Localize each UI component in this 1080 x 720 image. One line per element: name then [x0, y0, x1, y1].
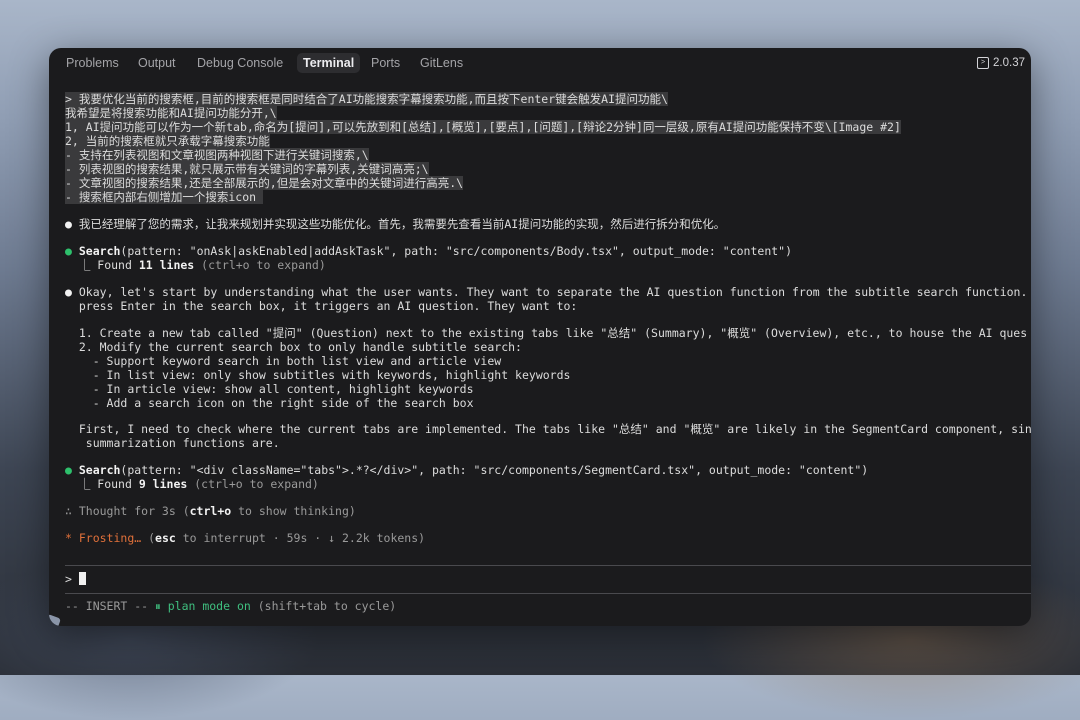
- bullet-dot-icon: ●: [65, 244, 72, 258]
- resize-handle[interactable]: [49, 614, 61, 626]
- prompt-line: - 文章视图的搜索结果,还是全部展示的,但是会对文章中的关键词进行高亮.\: [65, 176, 464, 190]
- prompt-line: - 支持在列表视图和文章视图两种视图下进行关键词搜索,\: [65, 148, 369, 162]
- tool-name: Search: [78, 463, 121, 477]
- thought-prefix: ∴ Thought for 3s (: [65, 504, 190, 518]
- terminal-icon: >: [977, 57, 990, 69]
- plan-mode-hint: (shift+tab to cycle): [250, 599, 397, 613]
- tool-result-hint: (ctrl+o to expand): [194, 258, 326, 272]
- tool-result-hint: (ctrl+o to expand): [187, 477, 319, 491]
- tool-result-prefix: ⎿ Found: [78, 258, 139, 272]
- tab-debug-console[interactable]: Debug Console: [191, 53, 289, 73]
- tool-args: (pattern: "<div className="tabs">.*?</di…: [120, 463, 869, 477]
- plan-mode-status[interactable]: plan mode on: [168, 599, 251, 613]
- tool-result-prefix: ⎿ Found: [78, 477, 139, 491]
- tab-problems[interactable]: Problems: [60, 53, 125, 73]
- tool-result-count: 9 lines: [138, 477, 188, 491]
- thinking-line: - Support keyword search in both list vi…: [78, 354, 502, 368]
- version-label: 2.0.37: [993, 57, 1025, 69]
- spinner-star-icon: *: [65, 531, 72, 545]
- tool-name: Search: [78, 244, 121, 258]
- prompt-line: - 列表视图的搜索结果,就只展示带有关键词的字幕列表,关键词高亮;\: [65, 162, 429, 176]
- prompt-line: - 搜索框内部右侧增加一个搜索icon: [65, 190, 263, 204]
- bullet-dot-icon: ●: [65, 463, 72, 477]
- status-open: (: [141, 531, 156, 545]
- thought-suffix: to show thinking): [231, 504, 356, 518]
- thinking-line: summarization functions are.: [78, 436, 280, 450]
- panel-tab-bar: Problems Output Debug Console Terminal P…: [49, 48, 1031, 78]
- input-prompt: >: [65, 572, 72, 586]
- thinking-line: - Add a search icon on the right side of…: [78, 396, 474, 410]
- thinking-line: press Enter in the search box, it trigge…: [78, 299, 578, 313]
- thinking-line: - In list view: only show subtitles with…: [78, 368, 571, 382]
- thinking-line: First, I need to check where the current…: [78, 422, 1031, 436]
- assistant-message: 我已经理解了您的需求，让我来规划并实现这些功能优化。首先，我需要先查看当前AI提…: [78, 217, 726, 231]
- terminal-window: Problems Output Debug Console Terminal P…: [49, 48, 1031, 626]
- version-badge[interactable]: > 2.0.37: [977, 53, 1025, 73]
- bullet-dot-icon: ●: [65, 217, 72, 231]
- status-word: Frosting…: [78, 531, 142, 545]
- vim-mode-indicator: -- INSERT --: [65, 599, 149, 613]
- prompt-line: 我希望是将搜索功能和AI提问功能分开,\: [65, 106, 277, 120]
- status-key: esc: [155, 531, 176, 545]
- bullet-dot-icon: ●: [65, 285, 72, 299]
- tool-args: (pattern: "onAsk|askEnabled|addAskTask",…: [120, 244, 793, 258]
- prompt-line: 2, 当前的搜索框就只承载字幕搜索功能: [65, 134, 270, 148]
- tab-gitlens[interactable]: GitLens: [414, 53, 469, 73]
- status-rest: to interrupt · 59s · ↓ 2.2k tokens): [175, 531, 426, 545]
- text-cursor: [78, 572, 86, 585]
- thinking-line: 1. Create a new tab called "提问" (Questio…: [78, 326, 1028, 340]
- pause-icon: ⏸: [155, 599, 161, 613]
- thinking-line: - In article view: show all content, hig…: [78, 382, 474, 396]
- prompt-line: > 我要优化当前的搜索框,目前的搜索框是同时结合了AI功能搜索字幕搜索功能,而且…: [65, 92, 668, 106]
- tab-ports[interactable]: Ports: [365, 53, 406, 73]
- input-top-divider: [65, 565, 1031, 566]
- input-line[interactable]: >: [65, 572, 86, 586]
- tab-terminal[interactable]: Terminal: [297, 53, 361, 73]
- thinking-line: Okay, let's start by understanding what …: [78, 285, 1031, 299]
- thought-key: ctrl+o: [189, 504, 232, 518]
- thinking-line: 2. Modify the current search box to only…: [78, 340, 522, 354]
- tool-result-count: 11 lines: [138, 258, 195, 272]
- input-bottom-divider: [65, 593, 1031, 594]
- prompt-line: 1, AI提问功能可以作为一个新tab,命名为[提问],可以先放到和[总结],[…: [65, 120, 901, 134]
- tab-output[interactable]: Output: [132, 53, 182, 73]
